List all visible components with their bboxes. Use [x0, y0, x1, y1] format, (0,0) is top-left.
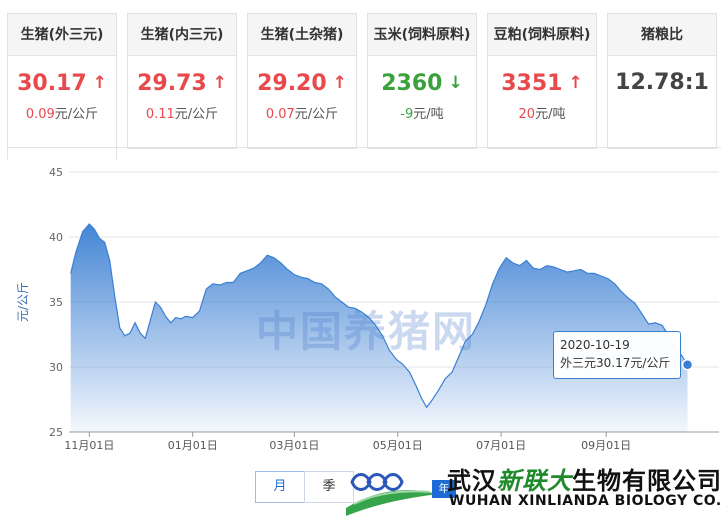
- period-button[interactable]: 月: [255, 471, 305, 503]
- card-change-unit: 元/吨: [535, 107, 566, 122]
- x-tick-label: 11月01日: [64, 439, 114, 452]
- card-change-unit: 元/吨: [413, 107, 444, 122]
- card-title: 猪粮比: [608, 14, 716, 56]
- card-change: 0.07元/公斤: [248, 103, 356, 122]
- x-tick-label: 01月01日: [168, 439, 218, 452]
- y-axis-label: 元/公斤: [16, 282, 30, 322]
- tooltip-value: 外三元30.17元/公斤: [560, 356, 671, 370]
- watermark: 中国养猪网: [256, 307, 477, 356]
- y-tick-label: 35: [49, 296, 63, 309]
- card-price-value: 2360: [381, 71, 443, 96]
- price-card[interactable]: 玉米(饲料原料) 2360 ↓ -9元/吨: [367, 13, 477, 149]
- price-card[interactable]: 猪粮比 12.78:1: [607, 13, 717, 149]
- card-title: 生猪(内三元): [128, 14, 236, 56]
- card-change: -9元/吨: [368, 103, 476, 122]
- y-tick-label: 25: [49, 426, 63, 439]
- card-price: 2360 ↓: [368, 68, 476, 98]
- card-price-value: 3351: [501, 71, 563, 96]
- arrow-up-icon: ↑: [212, 73, 227, 93]
- card-change-value: 0.07: [265, 107, 295, 122]
- logo-cn-suffix: 生物有限公司: [572, 467, 722, 495]
- logo-english-name: WUHAN XINLIANDA BIOLOGY CO. ,LTD: [449, 493, 728, 509]
- y-tick-label: 30: [49, 361, 63, 374]
- price-cards: 生猪(外三元) 30.17 ↑ 0.09元/公斤 生猪(内三元) 29.73 ↑ 0.11元/…: [7, 13, 721, 160]
- card-change: 0.11元/公斤: [128, 103, 236, 122]
- card-price-value: 30.17: [17, 71, 87, 96]
- card-price-value: 29.20: [257, 71, 327, 96]
- card-change-value: 0.09: [25, 107, 55, 122]
- card-price-value: 12.78:1: [615, 70, 709, 95]
- arrow-up-icon: ↑: [568, 73, 583, 93]
- highlight-point: [681, 359, 694, 371]
- tooltip-date: 2020-10-19: [560, 338, 630, 352]
- card-title: 豆粕(饲料原料): [488, 14, 596, 56]
- card-change: 0.09元/公斤: [8, 103, 116, 122]
- card-title: 生猪(外三元): [8, 14, 116, 56]
- price-card[interactable]: 生猪(土杂猪) 29.20 ↑ 0.07元/公斤: [247, 13, 357, 149]
- price-card[interactable]: 生猪(外三元) 30.17 ↑ 0.09元/公斤: [7, 13, 117, 160]
- x-tick-label: 03月01日: [269, 439, 319, 452]
- card-change-value: 20: [518, 107, 536, 122]
- card-title: 生猪(土杂猪): [248, 14, 356, 56]
- logo-chinese-name: 武汉新联大生物有限公司: [447, 461, 722, 496]
- period-selector: 月季: [255, 471, 354, 503]
- x-tick-label: 07月01日: [476, 439, 526, 452]
- logo-cn-prefix: 武汉: [447, 467, 497, 495]
- price-card[interactable]: 豆粕(饲料原料) 3351 ↑ 20元/吨: [487, 13, 597, 149]
- arrow-up-icon: ↑: [92, 73, 107, 93]
- card-price-value: 29.73: [137, 71, 207, 96]
- card-change-unit: 元/公斤: [294, 107, 339, 122]
- card-title: 玉米(饲料原料): [368, 14, 476, 56]
- y-tick-label: 40: [49, 231, 63, 244]
- card-price: 30.17 ↑: [8, 68, 116, 98]
- card-change-unit: 元/公斤: [54, 107, 99, 122]
- card-change-value: -9: [400, 107, 414, 122]
- logo-emblem-icon: [346, 473, 438, 516]
- card-price: 3351 ↑: [488, 68, 596, 98]
- company-logo: 年 武汉新联大生物有限公司 WUHAN XINLIANDA BIOLOGY CO…: [342, 458, 728, 522]
- arrow-down-icon: ↓: [448, 73, 463, 93]
- x-tick-label: 09月01日: [581, 439, 631, 452]
- price-card[interactable]: 生猪(内三元) 29.73 ↑ 0.11元/公斤: [127, 13, 237, 149]
- card-price: 29.20 ↑: [248, 68, 356, 98]
- card-change-unit: 元/公斤: [174, 107, 219, 122]
- card-change: 20元/吨: [488, 103, 596, 122]
- chart-tooltip: 2020-10-19 外三元30.17元/公斤: [553, 331, 681, 379]
- card-price: 12.78:1: [608, 68, 716, 98]
- logo-cn-brand: 新联大: [497, 467, 572, 495]
- arrow-up-icon: ↑: [332, 73, 347, 93]
- x-tick-label: 05月01日: [373, 439, 423, 452]
- card-price: 29.73 ↑: [128, 68, 236, 98]
- y-tick-label: 45: [49, 166, 63, 179]
- card-change-value: 0.11: [145, 107, 175, 122]
